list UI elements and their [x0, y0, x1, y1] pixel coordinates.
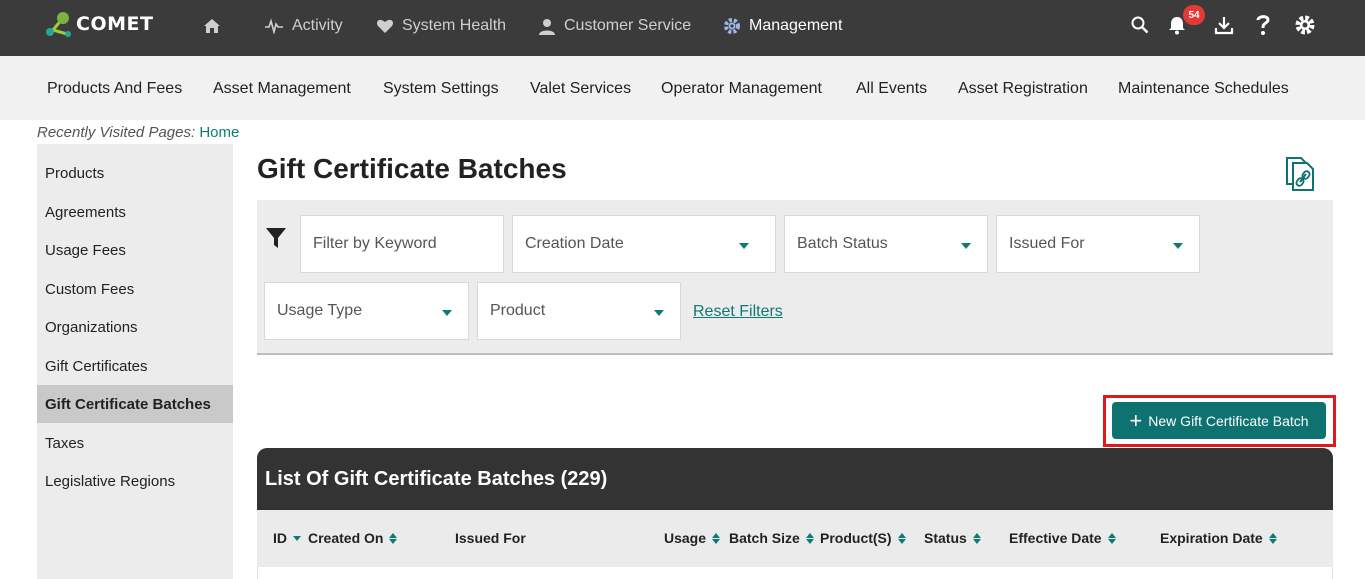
filter-icon	[265, 226, 287, 250]
recently-visited-label: Recently Visited Pages:	[37, 124, 196, 141]
column-status-label: Status	[924, 530, 967, 546]
nav-management-label: Management	[749, 17, 843, 34]
column-usage[interactable]: Usage	[664, 530, 721, 546]
app-name: COMET	[76, 13, 154, 35]
sort-icon	[972, 532, 981, 544]
new-gift-certificate-batch-label: New Gift Certificate Batch	[1148, 412, 1309, 429]
plus-icon: +	[1129, 407, 1143, 433]
column-created-on-label: Created On	[308, 530, 384, 546]
top-navigation-bar: COMET Activity System Health Customer Se…	[0, 0, 1365, 56]
chevron-down-icon	[442, 310, 452, 316]
usage-type-filter[interactable]: Usage Type	[264, 282, 469, 340]
nav-system-health-label: System Health	[402, 17, 507, 34]
column-created-on[interactable]: Created On	[308, 530, 398, 546]
list-header: List Of Gift Certificate Batches (229)	[257, 448, 1333, 510]
nav-system-health[interactable]: System Health	[376, 14, 506, 38]
sidebar-item-products[interactable]: Products	[37, 154, 233, 192]
nav-customer-service-label: Customer Service	[564, 17, 692, 34]
recently-visited: Recently Visited Pages: Home	[37, 124, 239, 141]
subnav-valet-services[interactable]: Valet Services	[530, 80, 631, 98]
sidebar-item-custom-fees[interactable]: Custom Fees	[37, 270, 233, 308]
column-expiration-date-label: Expiration Date	[1160, 530, 1263, 546]
table-body	[257, 567, 1333, 579]
subnav-system-settings[interactable]: System Settings	[383, 80, 499, 98]
sidebar: Products Agreements Usage Fees Custom Fe…	[37, 144, 233, 579]
issued-for-filter-label: Issued For	[1009, 235, 1085, 252]
batch-status-filter[interactable]: Batch Status	[784, 215, 988, 273]
nav-home[interactable]	[203, 14, 229, 38]
sort-icon	[805, 532, 814, 544]
search-icon[interactable]	[1127, 12, 1153, 38]
recently-visited-home-link[interactable]: Home	[199, 124, 239, 141]
table-column-headers: ID Created On Issued For Usage Batch Siz…	[257, 510, 1333, 567]
column-status[interactable]: Status	[924, 530, 981, 546]
column-id-label: ID	[273, 530, 287, 546]
gear-icon	[723, 17, 741, 35]
notification-badge: 54	[1183, 5, 1205, 25]
creation-date-filter-label: Creation Date	[525, 235, 624, 252]
column-issued-for-label: Issued For	[455, 530, 526, 546]
subnav-operator-management[interactable]: Operator Management	[661, 80, 822, 98]
home-icon	[203, 18, 221, 34]
subnav-maintenance-schedules[interactable]: Maintenance Schedules	[1118, 80, 1289, 98]
column-products[interactable]: Product(S)	[820, 530, 906, 546]
column-batch-size-label: Batch Size	[729, 530, 800, 546]
product-filter[interactable]: Product	[477, 282, 681, 340]
sidebar-item-legislative-regions[interactable]: Legislative Regions	[37, 462, 233, 500]
subnav-asset-management[interactable]: Asset Management	[213, 80, 351, 98]
list-title: List Of Gift Certificate Batches (229)	[265, 467, 608, 490]
column-id[interactable]: ID	[273, 530, 305, 546]
activity-icon	[264, 18, 284, 34]
new-gift-certificate-batch-button[interactable]: + New Gift Certificate Batch	[1112, 402, 1326, 439]
subnav-products-and-fees[interactable]: Products And Fees	[47, 80, 182, 98]
batch-status-filter-label: Batch Status	[797, 235, 888, 252]
product-filter-label: Product	[490, 302, 546, 319]
keyword-filter-input[interactable]: Filter by Keyword	[300, 215, 504, 273]
creation-date-filter[interactable]: Creation Date	[512, 215, 776, 273]
download-icon[interactable]	[1211, 12, 1237, 38]
section-navigation: Products And Fees Asset Management Syste…	[0, 56, 1365, 120]
sort-icon	[712, 532, 721, 544]
help-icon[interactable]	[1250, 12, 1276, 38]
chevron-down-icon	[654, 310, 664, 316]
column-effective-date[interactable]: Effective Date	[1009, 530, 1116, 546]
chevron-down-icon	[739, 243, 749, 249]
sidebar-item-organizations[interactable]: Organizations	[37, 308, 233, 346]
page-title: Gift Certificate Batches	[257, 153, 567, 184]
column-batch-size[interactable]: Batch Size	[729, 530, 814, 546]
document-link-icon[interactable]	[1284, 156, 1318, 192]
sidebar-item-usage-fees[interactable]: Usage Fees	[37, 231, 233, 269]
sidebar-item-gift-certificates[interactable]: Gift Certificates	[37, 347, 233, 385]
sort-icon	[897, 532, 906, 544]
nav-activity[interactable]: Activity	[264, 14, 343, 38]
column-usage-label: Usage	[664, 530, 707, 546]
heart-icon	[376, 18, 394, 34]
column-effective-date-label: Effective Date	[1009, 530, 1102, 546]
sidebar-item-gift-certificate-batches[interactable]: Gift Certificate Batches	[37, 385, 233, 423]
nav-activity-label: Activity	[292, 17, 343, 34]
issued-for-filter[interactable]: Issued For	[996, 215, 1200, 273]
column-issued-for: Issued For	[455, 530, 526, 546]
keyword-filter-placeholder: Filter by Keyword	[313, 235, 437, 252]
sidebar-item-agreements[interactable]: Agreements	[37, 193, 233, 231]
nav-management[interactable]: Management	[723, 14, 842, 38]
column-expiration-date[interactable]: Expiration Date	[1160, 530, 1277, 546]
chevron-down-icon	[1173, 243, 1183, 249]
sidebar-item-taxes[interactable]: Taxes	[37, 424, 233, 462]
sort-desc-icon	[293, 535, 301, 541]
comet-logo-icon	[46, 12, 71, 37]
subnav-all-events[interactable]: All Events	[856, 80, 927, 98]
settings-icon[interactable]	[1292, 12, 1318, 38]
column-products-label: Product(S)	[820, 530, 892, 546]
sort-icon	[1107, 532, 1116, 544]
comet-logo[interactable]: COMET	[44, 8, 153, 40]
user-icon	[538, 18, 556, 35]
nav-customer-service[interactable]: Customer Service	[538, 14, 691, 38]
subnav-asset-registration[interactable]: Asset Registration	[958, 80, 1088, 98]
usage-type-filter-label: Usage Type	[277, 302, 363, 319]
sort-icon	[389, 532, 398, 544]
chevron-down-icon	[961, 243, 971, 249]
sort-icon	[1268, 532, 1277, 544]
reset-filters-link[interactable]: Reset Filters	[693, 303, 783, 321]
